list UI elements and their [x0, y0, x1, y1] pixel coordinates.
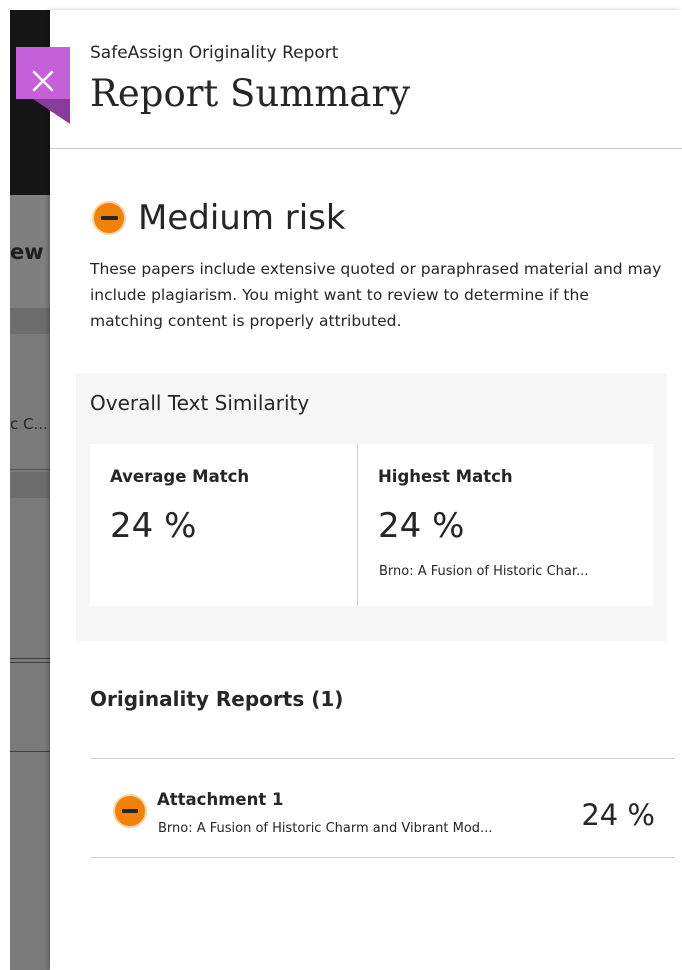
- risk-description: These papers include extensive quoted or…: [90, 260, 662, 330]
- risk-level: Medium risk: [92, 194, 346, 242]
- average-match-label: Average Match: [110, 467, 250, 486]
- report-item-source: Brno: A Fusion of Historic Charm and Vib…: [158, 821, 493, 836]
- minus-circle-icon: [92, 201, 126, 235]
- panel-eyebrow: SafeAssign Originality Report: [90, 43, 339, 63]
- average-match: Average Match 24 %: [90, 444, 357, 606]
- highest-match: Highest Match 24 % Brno: A Fusion of His…: [358, 444, 653, 606]
- background-divider: [10, 469, 50, 470]
- background-divider: [10, 658, 50, 659]
- similarity-stats: Average Match 24 % Highest Match 24 % Br…: [90, 444, 653, 606]
- risk-level-label: Medium risk: [138, 198, 346, 238]
- minus-circle-icon: [113, 794, 147, 828]
- background-row-fragment: c C...: [10, 415, 48, 433]
- background-page: ew c C...: [10, 10, 50, 970]
- page-title: Report Summary: [90, 72, 411, 115]
- background-divider: [10, 751, 50, 752]
- close-panel-button[interactable]: [16, 47, 70, 99]
- panel-header: SafeAssign Originality Report Report Sum…: [50, 10, 682, 149]
- highest-match-value: 24 %: [378, 506, 465, 546]
- originality-reports-heading: Originality Reports (1): [90, 687, 344, 711]
- average-match-value: 24 %: [110, 506, 197, 546]
- similarity-card: Overall Text Similarity Average Match 24…: [76, 373, 667, 641]
- close-tab-fold: [33, 99, 70, 124]
- report-summary-panel: SafeAssign Originality Report Report Sum…: [50, 10, 682, 970]
- background-divider: [10, 662, 50, 663]
- report-item-name: Attachment 1: [157, 790, 284, 809]
- background-band: [10, 472, 50, 498]
- close-icon: [32, 70, 54, 91]
- highest-match-label: Highest Match: [378, 467, 513, 486]
- minus-icon: [122, 809, 138, 813]
- highest-match-source: Brno: A Fusion of Historic Char...: [379, 564, 589, 579]
- screen: ew c C... SafeAssign Originality Report …: [0, 0, 682, 970]
- minus-icon: [100, 216, 118, 220]
- background-title-fragment: ew: [10, 240, 44, 264]
- background-edge: [0, 0, 10, 970]
- report-item-attachment-1[interactable]: Attachment 1 Brno: A Fusion of Historic …: [90, 759, 675, 858]
- similarity-title: Overall Text Similarity: [90, 391, 310, 415]
- background-band: [10, 308, 50, 334]
- report-item-percent: 24 %: [581, 798, 655, 832]
